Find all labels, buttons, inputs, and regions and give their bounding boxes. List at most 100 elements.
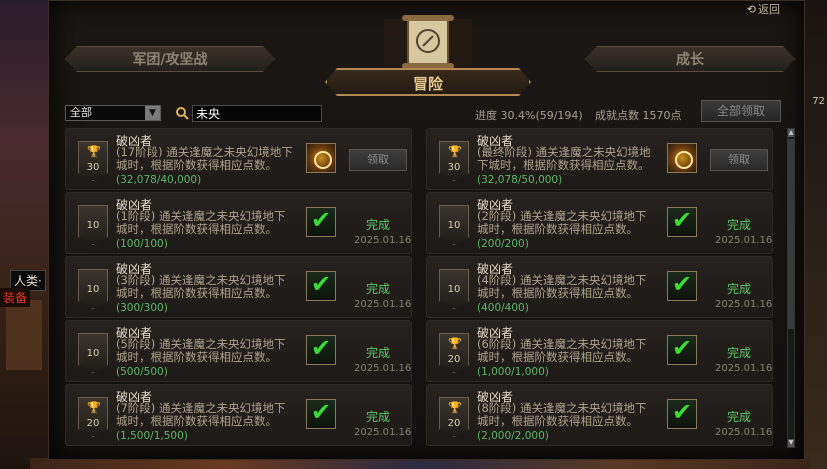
medal-badge: 10 (78, 269, 108, 309)
medal-points: 20 (86, 418, 100, 429)
checkmark-icon: ✔ (311, 398, 332, 426)
medal-badge: 🏆 20 (78, 397, 108, 437)
medal-points: 10 (86, 348, 100, 359)
search-icon[interactable] (175, 106, 189, 120)
achievement-progress: (100/100) (116, 238, 168, 250)
medal-points: 10 (86, 220, 100, 231)
achievement-description: (3阶段) 通关逢魔之未央幻境地下城时，根据阶数获得相应点数。 (116, 273, 286, 300)
completed-check-icon: ✔ (306, 206, 336, 237)
achievement-progress: (32,078/50,000) (477, 174, 563, 186)
achievement-card: 🏆 20 破凶者 (8阶段) 通关逢魔之未央幻境地下城时，根据阶数获得相应点数。… (426, 384, 773, 446)
medal-badge: 🏆 30 (439, 141, 469, 181)
achievement-card: 🏆 30 破凶者 (17阶段) 通关逢魔之未央幻境地下城时，根据阶数获得相应点数… (65, 128, 412, 190)
completed-label: 完成 (727, 346, 752, 360)
medal-badge: 🏆 20 (439, 397, 469, 437)
completed-label: 完成 (727, 282, 752, 296)
reward-emblem-icon (667, 143, 697, 173)
medal-badge: 🏆 20 (439, 333, 469, 373)
completed-label: 完成 (366, 282, 391, 296)
achievement-progress: (200/200) (477, 238, 529, 250)
achievement-progress: (1,000/1,000) (477, 366, 549, 378)
completed-check-icon: ✔ (667, 270, 697, 301)
scroll-emblem-icon (384, 15, 472, 69)
achievement-progress: (2,000/2,000) (477, 430, 549, 442)
claim-all-button[interactable]: 全部领取 (701, 100, 781, 122)
right-edge-number: 72 (812, 96, 825, 107)
toolbar: 全部 ▼ 进度 30.4%(59/194) 成就点数 1570点 全部领取 (65, 100, 795, 124)
completed-label: 完成 (366, 346, 391, 360)
trophy-icon: 🏆 (87, 401, 101, 414)
achievement-points: 成就点数 1570点 (595, 109, 682, 122)
achievement-card: 🏆 30 破凶者 (最终阶段) 通关逢魔之未央幻境地下城时，根据阶数获得相应点数… (426, 128, 773, 190)
trophy-icon: 🏆 (87, 145, 101, 158)
filter-select[interactable]: 全部 ▼ (65, 105, 161, 121)
search-input[interactable] (192, 105, 322, 122)
achievement-card: 🏆 20 破凶者 (6阶段) 通关逢魔之未央幻境地下城时，根据阶数获得相应点数。… (426, 320, 773, 382)
medal-points: 10 (447, 220, 461, 231)
achievement-list: 🏆 30 破凶者 (17阶段) 通关逢魔之未央幻境地下城时，根据阶数获得相应点数… (65, 128, 777, 448)
achievement-progress: (400/400) (477, 302, 529, 314)
completed-check-icon: ✔ (306, 334, 336, 365)
achievement-description: (4阶段) 通关逢魔之未央幻境地下城时，根据阶数获得相应点数。 (477, 273, 647, 300)
trophy-icon: 🏆 (448, 401, 462, 414)
completed-check-icon: ✔ (667, 398, 697, 429)
medal-points: 20 (447, 354, 461, 365)
achievement-progress: (1,500/1,500) (116, 430, 188, 442)
checkmark-icon: ✔ (672, 270, 693, 298)
achievement-progress: (500/500) (116, 366, 168, 378)
medal-badge: 10 (439, 269, 469, 309)
medal-points: 30 (86, 162, 100, 173)
medal-points: 10 (86, 284, 100, 295)
achievement-description: (2阶段) 通关逢魔之未央幻境地下城时，根据阶数获得相应点数。 (477, 209, 647, 236)
scroll-thumb[interactable] (788, 139, 794, 329)
medal-badge: 10 (439, 205, 469, 245)
background-right-scene (805, 0, 827, 469)
trophy-icon: 🏆 (448, 337, 462, 350)
completed-date: 2025.01.16 (715, 363, 773, 374)
scroll-down-arrow-icon[interactable]: ▼ (788, 439, 794, 447)
achievement-card: 🏆 20 破凶者 (7阶段) 通关逢魔之未央幻境地下城时，根据阶数获得相应点数。… (65, 384, 412, 446)
checkmark-icon: ✔ (311, 270, 332, 298)
achievement-description: (6阶段) 通关逢魔之未央幻境地下城时，根据阶数获得相应点数。 (477, 337, 647, 364)
achievement-card: 10 破凶者 (2阶段) 通关逢魔之未央幻境地下城时，根据阶数获得相应点数。 (… (426, 192, 773, 254)
achievement-description: (5阶段) 通关逢魔之未央幻境地下城时，根据阶数获得相应点数。 (116, 337, 286, 364)
progress-text: 进度 30.4%(59/194) (475, 109, 583, 122)
checkmark-icon: ✔ (311, 206, 332, 234)
reward-emblem-icon (306, 143, 336, 173)
return-arrow-icon: ⟲ (746, 3, 756, 16)
completed-date: 2025.01.16 (354, 363, 412, 374)
medal-points: 30 (447, 162, 461, 173)
tab-legion[interactable]: 军团/攻坚战 (65, 46, 275, 72)
completed-check-icon: ✔ (667, 334, 697, 365)
medal-badge: 10 (78, 205, 108, 245)
achievement-description: (17阶段) 通关逢魔之未央幻境地下城时，根据阶数获得相应点数。 (116, 145, 293, 172)
claim-button[interactable]: 领取 (710, 149, 768, 171)
achievement-description: (最终阶段) 通关逢魔之未央幻境地下城时，根据阶数获得相应点数。 (477, 145, 651, 172)
scrollbar[interactable]: ▲ ▼ (787, 128, 795, 448)
completed-date: 2025.01.16 (354, 299, 412, 310)
background-left-scene (0, 0, 48, 469)
achievement-card: 10 破凶者 (1阶段) 通关逢魔之未央幻境地下城时，根据阶数获得相应点数。 (… (65, 192, 412, 254)
scroll-up-arrow-icon[interactable]: ▲ (788, 129, 794, 137)
tab-adventure[interactable]: 冒险 (325, 68, 531, 96)
chevron-down-icon[interactable]: ▼ (145, 106, 160, 120)
completed-date: 2025.01.16 (715, 427, 773, 438)
tab-growth[interactable]: 成长 (585, 46, 795, 72)
completed-label: 完成 (727, 218, 752, 232)
medal-badge: 🏆 30 (78, 141, 108, 181)
achievement-description: (7阶段) 通关逢魔之未央幻境地下城时，根据阶数获得相应点数。 (116, 401, 286, 428)
checkmark-icon: ✔ (311, 334, 332, 362)
completed-check-icon: ✔ (306, 270, 336, 301)
completed-label: 完成 (727, 410, 752, 424)
checkmark-icon: ✔ (672, 334, 693, 362)
back-button[interactable]: ⟲ 返回 (747, 1, 780, 17)
equipment-tag: 装备 (0, 288, 31, 307)
achievement-description: (8阶段) 通关逢魔之未央幻境地下城时，根据阶数获得相应点数。 (477, 401, 647, 428)
achievement-progress: (300/300) (116, 302, 168, 314)
completed-date: 2025.01.16 (354, 235, 412, 246)
completed-label: 完成 (366, 410, 391, 424)
completed-label: 完成 (366, 218, 391, 232)
completed-date: 2025.01.16 (715, 235, 773, 246)
claim-button[interactable]: 领取 (349, 149, 407, 171)
completed-check-icon: ✔ (306, 398, 336, 429)
